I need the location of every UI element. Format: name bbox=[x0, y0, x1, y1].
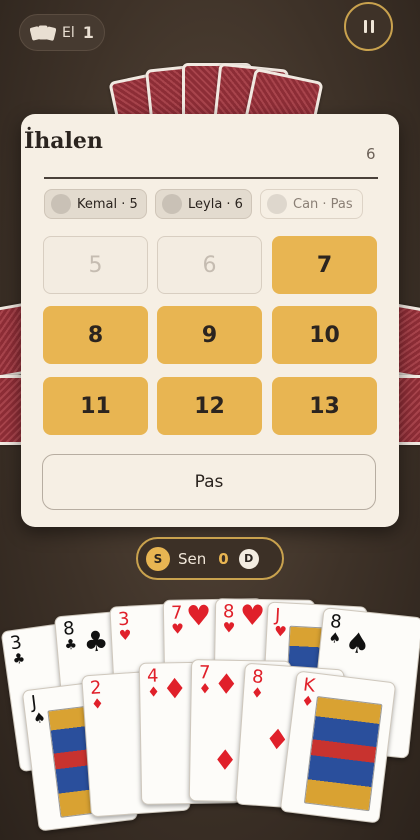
bid-option-8[interactable]: 8 bbox=[43, 306, 148, 364]
player-badge: S Sen 0 D bbox=[136, 537, 284, 580]
bid-pill: Leyla · 6 bbox=[155, 189, 252, 219]
bid-option-10[interactable]: 10 bbox=[272, 306, 377, 364]
bid-option-7[interactable]: 7 bbox=[272, 236, 377, 294]
bid-label: Can · Pas bbox=[293, 196, 353, 212]
pause-button[interactable] bbox=[344, 2, 393, 51]
pause-icon bbox=[363, 20, 367, 33]
king-diamonds-face bbox=[303, 696, 383, 812]
avatar bbox=[267, 194, 287, 214]
cards-icon bbox=[30, 25, 56, 41]
pass-button[interactable]: Pas bbox=[42, 454, 376, 510]
dealer-badge: D bbox=[238, 548, 259, 569]
dialog-title: İhalen bbox=[24, 128, 103, 154]
bid-pill: Can · Pas bbox=[260, 189, 363, 219]
player-score: 0 bbox=[218, 549, 229, 568]
avatar bbox=[51, 194, 71, 214]
bid-option-5: 5 bbox=[43, 236, 148, 294]
hand-card[interactable]: K ♦ bbox=[279, 670, 397, 824]
bid-label: Kemal · 5 bbox=[77, 196, 138, 212]
seat-badge: S bbox=[146, 546, 170, 571]
player-name: Sen bbox=[178, 549, 207, 568]
dialog-count: 6 bbox=[366, 145, 376, 163]
bid-option-12[interactable]: 12 bbox=[157, 377, 262, 435]
bid-label: Leyla · 6 bbox=[188, 196, 243, 212]
bid-option-11[interactable]: 11 bbox=[43, 377, 148, 435]
hand-number: 1 bbox=[82, 23, 94, 42]
hand-counter: El 1 bbox=[19, 14, 105, 51]
bid-pill: Kemal · 5 bbox=[44, 189, 147, 219]
bid-option-9[interactable]: 9 bbox=[157, 306, 262, 364]
bid-option-6: 6 bbox=[157, 236, 262, 294]
hand-label: El bbox=[62, 24, 75, 41]
divider bbox=[44, 177, 378, 179]
bid-option-13[interactable]: 13 bbox=[272, 377, 377, 435]
avatar bbox=[162, 194, 182, 214]
